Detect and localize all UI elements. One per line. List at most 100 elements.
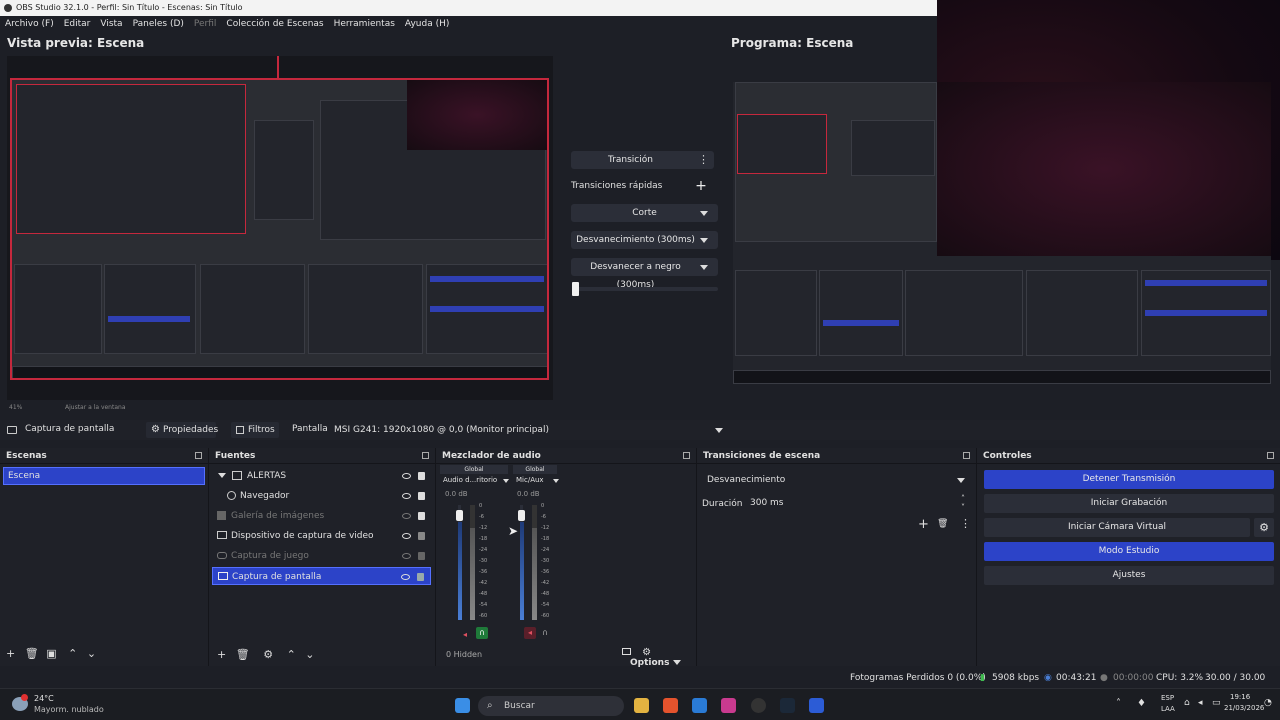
- tbar-handle[interactable]: [572, 282, 579, 296]
- add-quick-transition-icon[interactable]: +: [692, 177, 710, 195]
- gear-icon[interactable]: ⚙: [263, 648, 273, 661]
- network-icon[interactable]: ⌂: [1184, 698, 1190, 708]
- windows-start-icon[interactable]: [455, 698, 470, 713]
- add-icon[interactable]: +: [6, 647, 15, 660]
- language-secondary[interactable]: LAA: [1161, 705, 1175, 713]
- quick-transition-corte[interactable]: Corte: [571, 204, 718, 222]
- battery-icon[interactable]: ▭: [1212, 698, 1221, 708]
- eye-icon[interactable]: [402, 533, 411, 539]
- transition-select[interactable]: Desvanecimiento: [701, 471, 971, 489]
- volume-icon[interactable]: ◂: [1198, 698, 1203, 708]
- menu-archivo[interactable]: Archivo (F): [0, 16, 59, 32]
- eye-icon[interactable]: [402, 493, 411, 499]
- start-recording-button[interactable]: Iniciar Grabación: [984, 494, 1274, 513]
- source-item-galeria[interactable]: Galería de imágenes: [212, 507, 431, 525]
- display-select[interactable]: MSI G241: 1920x1080 @ 0,0 (Monitor princ…: [330, 422, 727, 438]
- arrow-down-icon[interactable]: ⌄: [87, 647, 96, 660]
- stop-streaming-button[interactable]: Detener Transmisión: [984, 470, 1274, 489]
- mixer-settings-icon[interactable]: ⚙: [642, 647, 651, 658]
- brave-browser-icon[interactable]: [663, 698, 678, 713]
- lock-icon[interactable]: [418, 492, 425, 500]
- add-icon[interactable]: +: [217, 648, 226, 661]
- undock-icon[interactable]: [195, 452, 202, 459]
- obs-taskbar-icon[interactable]: [751, 698, 766, 713]
- transition-menu-icon[interactable]: ⋮: [698, 153, 709, 167]
- menu-editar[interactable]: Editar: [59, 16, 96, 32]
- filters-button[interactable]: Filtros: [231, 422, 279, 438]
- monitor-headphones-icon[interactable]: ∩: [476, 627, 488, 639]
- scene-item[interactable]: Escena: [3, 467, 205, 485]
- edge-browser-icon[interactable]: [692, 698, 707, 713]
- source-item-navegador[interactable]: Navegador: [212, 487, 431, 505]
- instagram-icon[interactable]: [721, 698, 736, 713]
- menu-ayuda[interactable]: Ayuda (H): [400, 16, 454, 32]
- headphones-icon[interactable]: ∩: [540, 627, 550, 639]
- chevron-down-icon[interactable]: [553, 479, 559, 483]
- trash-icon[interactable]: 🗑: [25, 647, 39, 660]
- preview-fit-label[interactable]: Ajustar a la ventana: [65, 404, 126, 411]
- weather-temp[interactable]: 24°C: [34, 694, 54, 703]
- more-options-icon[interactable]: ⋮: [960, 517, 971, 530]
- notifications-icon[interactable]: ◔: [1264, 698, 1272, 708]
- virtual-camera-gear-icon[interactable]: ⚙: [1254, 518, 1274, 537]
- steam-icon[interactable]: [780, 698, 795, 713]
- eye-off-icon[interactable]: [402, 513, 411, 519]
- mic-muted-icon[interactable]: ◂: [524, 627, 536, 639]
- chevron-up-icon[interactable]: ˄: [1116, 698, 1121, 709]
- source-item-alertas[interactable]: ALERTAS: [212, 467, 431, 485]
- menu-paneles[interactable]: Paneles (D): [128, 16, 189, 32]
- volume-slider-handle[interactable]: [456, 510, 463, 521]
- mixer-global-2[interactable]: Global: [513, 465, 557, 474]
- source-item-captura-pantalla[interactable]: Captura de pantalla: [212, 567, 431, 585]
- undock-icon[interactable]: [422, 452, 429, 459]
- lock-icon[interactable]: [418, 472, 425, 480]
- preview-screen-capture[interactable]: [10, 78, 549, 380]
- trash-icon[interactable]: 🗑: [236, 648, 250, 661]
- chevron-down-icon[interactable]: [672, 660, 681, 665]
- weather-desc[interactable]: Mayorm. nublado: [34, 705, 104, 714]
- duration-spinbox[interactable]: 300 ms ˄ ˅: [746, 494, 971, 512]
- language-primary[interactable]: ESP: [1161, 694, 1174, 702]
- menu-vista[interactable]: Vista: [95, 16, 127, 32]
- speaker-muted-icon[interactable]: ◂: [463, 630, 467, 639]
- layout-icon[interactable]: [622, 648, 631, 655]
- volume-slider-handle[interactable]: [518, 510, 525, 521]
- source-item-dispositivo[interactable]: Dispositivo de captura de video: [212, 527, 431, 545]
- quick-transition-negro[interactable]: Desvanecer a negro (300ms): [571, 258, 718, 290]
- preview-area[interactable]: 41% Ajustar a la ventana: [7, 56, 553, 411]
- trash-icon[interactable]: 🗑: [937, 519, 948, 529]
- undock-icon[interactable]: [683, 452, 690, 459]
- menu-perfil[interactable]: Perfil: [189, 16, 222, 32]
- taskbar-search[interactable]: ⌕ Buscar: [478, 696, 624, 716]
- unlock-icon[interactable]: [418, 552, 425, 560]
- eye-icon[interactable]: [402, 473, 411, 479]
- eye-icon[interactable]: [401, 574, 410, 580]
- eye-off-icon[interactable]: [402, 553, 411, 559]
- quick-transition-desvanecimiento[interactable]: Desvanecimiento (300ms): [571, 231, 718, 249]
- unlock-icon[interactable]: [418, 532, 425, 540]
- settings-button[interactable]: Ajustes: [984, 566, 1274, 585]
- lock-icon[interactable]: [418, 512, 425, 520]
- mixer-global-1[interactable]: Global: [440, 465, 508, 474]
- undock-icon[interactable]: [1267, 452, 1274, 459]
- add-icon[interactable]: +: [918, 517, 929, 532]
- app-icon[interactable]: [809, 698, 824, 713]
- studio-mode-button[interactable]: Modo Estudio: [984, 542, 1274, 561]
- clock-time[interactable]: 19:16: [1230, 693, 1250, 701]
- start-virtual-camera-button[interactable]: Iniciar Cámara Virtual: [984, 518, 1250, 537]
- menu-herramientas[interactable]: Herramientas: [329, 16, 400, 32]
- spin-down-icon[interactable]: ˅: [961, 499, 965, 516]
- arrow-up-icon[interactable]: ⌃: [287, 648, 296, 661]
- source-item-juego[interactable]: Captura de juego: [212, 547, 431, 565]
- microphone-icon[interactable]: ♦: [1137, 698, 1146, 709]
- properties-button[interactable]: ⚙ Propiedades: [146, 422, 218, 438]
- arrow-up-icon[interactable]: ⌃: [68, 647, 77, 660]
- unlock-icon[interactable]: [417, 573, 424, 581]
- clock-date[interactable]: 21/03/2026: [1224, 704, 1264, 712]
- arrow-down-icon[interactable]: ⌄: [305, 648, 314, 661]
- expand-icon[interactable]: [218, 473, 226, 478]
- transition-button[interactable]: Transición: [571, 151, 714, 169]
- chevron-down-icon[interactable]: [503, 479, 509, 483]
- options-label[interactable]: Options: [630, 658, 669, 668]
- tbar-track[interactable]: [573, 287, 718, 291]
